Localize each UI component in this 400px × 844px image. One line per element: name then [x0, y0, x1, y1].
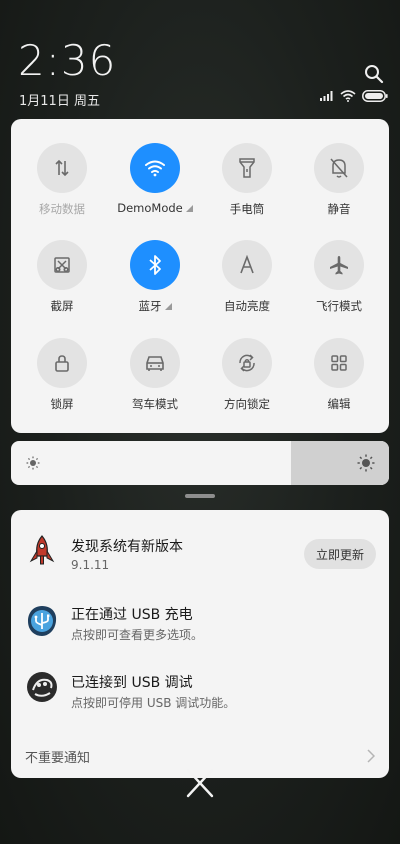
quick-tile-label-text: 自动亮度 — [224, 299, 270, 313]
quick-tile-label: 自动亮度 — [200, 298, 294, 314]
bluetooth-icon[interactable] — [130, 240, 180, 290]
quick-tile-car[interactable]: 驾车模式 — [108, 338, 202, 412]
screenshot-icon[interactable] — [37, 240, 87, 290]
unimportant-notifications-link[interactable]: 不重要通知 — [25, 747, 90, 766]
rocket-icon — [29, 535, 55, 565]
notification-usb-debug[interactable]: 已连接到 USB 调试 点按即可停用 USB 调试功能。 — [11, 664, 389, 734]
quick-tile-bluetooth[interactable]: 蓝牙 — [108, 240, 202, 314]
quick-tile-label-text: 编辑 — [327, 397, 351, 411]
quick-tile-mute-bell[interactable]: 静音 — [292, 143, 386, 217]
expand-triangle-icon — [164, 303, 172, 310]
auto-brightness-icon[interactable] — [222, 240, 272, 290]
quick-tile-mobile-data[interactable]: 移动数据 — [15, 143, 109, 217]
flashlight-icon[interactable] — [222, 143, 272, 193]
quick-tile-label-text: 方向锁定 — [224, 397, 270, 411]
quick-tile-wifi[interactable]: DemoMode — [108, 143, 202, 215]
quick-tile-label: DemoMode — [108, 201, 202, 215]
status-icons — [320, 90, 388, 102]
usb-icon — [28, 606, 57, 636]
brightness-low-icon — [26, 456, 40, 470]
airplane-icon[interactable] — [314, 240, 364, 290]
quick-tile-label-text: 移动数据 — [39, 202, 85, 216]
signal-icon — [320, 91, 333, 101]
quick-tile-airplane[interactable]: 飞行模式 — [292, 240, 386, 314]
notification-title: 已连接到 USB 调试 — [71, 675, 193, 691]
lock-icon[interactable] — [37, 338, 87, 388]
brightness-high-icon — [357, 454, 375, 472]
quick-tile-label-text: 飞行模式 — [316, 299, 362, 313]
wifi-icon[interactable] — [130, 143, 180, 193]
quick-tile-label: 方向锁定 — [200, 396, 294, 412]
quick-tile-label-text: DemoMode — [117, 201, 183, 215]
notification-subtitle: 点按即可查看更多选项。 — [71, 628, 204, 642]
notification-subtitle: 9.1.11 — [71, 558, 110, 572]
grid-edit-icon[interactable] — [314, 338, 364, 388]
quick-tile-label: 静音 — [292, 201, 386, 217]
quick-tile-label-text: 手电筒 — [229, 202, 265, 216]
quick-tile-auto-brightness[interactable]: 自动亮度 — [200, 240, 294, 314]
close-icon[interactable] — [186, 768, 214, 798]
chevron-right-icon[interactable] — [367, 749, 375, 763]
mute-bell-icon[interactable] — [314, 143, 364, 193]
quick-settings-panel: 移动数据 DemoMode 手电筒 静音截屏 蓝牙 自动亮度 飞行模式锁屏 驾车模式 方向锁定 编… — [11, 119, 389, 433]
quick-tile-flashlight[interactable]: 手电筒 — [200, 143, 294, 217]
quick-tile-label: 编辑 — [292, 396, 386, 412]
android-debug-icon — [27, 672, 57, 702]
quick-tile-label-text: 驾车模式 — [132, 397, 178, 411]
quick-tile-label: 飞行模式 — [292, 298, 386, 314]
clock-time: 2:36 — [18, 36, 117, 85]
battery-icon — [362, 90, 388, 102]
car-icon[interactable] — [130, 338, 180, 388]
notification-title: 正在通过 USB 充电 — [71, 607, 193, 623]
rotation-lock-icon[interactable] — [222, 338, 272, 388]
mobile-data-icon[interactable] — [37, 143, 87, 193]
brightness-slider[interactable] — [11, 441, 389, 485]
quick-tile-label: 移动数据 — [15, 201, 109, 217]
quick-tile-label: 驾车模式 — [108, 396, 202, 412]
quick-tile-lock[interactable]: 锁屏 — [15, 338, 109, 412]
quick-tile-grid-edit[interactable]: 编辑 — [292, 338, 386, 412]
quick-tile-label-text: 锁屏 — [50, 397, 74, 411]
quick-tile-label: 蓝牙 — [108, 298, 202, 314]
update-now-button[interactable]: 立即更新 — [304, 539, 376, 569]
notification-panel: 发现系统有新版本 9.1.11 立即更新 正在通过 USB 充电 点按即可查看更… — [11, 510, 389, 778]
notification-update[interactable]: 发现系统有新版本 9.1.11 立即更新 — [11, 510, 389, 594]
quick-tile-label-text: 静音 — [327, 202, 351, 216]
date-label: 1月11日 周五 — [19, 94, 100, 109]
quick-tile-rotation-lock[interactable]: 方向锁定 — [200, 338, 294, 412]
quick-tile-label-text: 蓝牙 — [138, 299, 162, 313]
quick-tile-label: 截屏 — [15, 298, 109, 314]
notification-subtitle: 点按即可停用 USB 调试功能。 — [71, 696, 236, 710]
notification-usb-charging[interactable]: 正在通过 USB 充电 点按即可查看更多选项。 — [11, 594, 389, 664]
quick-tile-label: 锁屏 — [15, 396, 109, 412]
quick-tile-label: 手电筒 — [200, 201, 294, 217]
quick-tile-label-text: 截屏 — [50, 299, 74, 313]
expand-triangle-icon — [185, 205, 193, 212]
notification-title: 发现系统有新版本 — [71, 539, 183, 555]
wifi-status-icon — [340, 90, 356, 102]
search-icon[interactable] — [364, 64, 384, 84]
drag-handle[interactable] — [185, 494, 215, 498]
quick-tile-screenshot[interactable]: 截屏 — [15, 240, 109, 314]
quick-settings-grid: 移动数据 DemoMode 手电筒 静音截屏 蓝牙 自动亮度 飞行模式锁屏 驾车模式 方向锁定 编… — [11, 119, 389, 433]
